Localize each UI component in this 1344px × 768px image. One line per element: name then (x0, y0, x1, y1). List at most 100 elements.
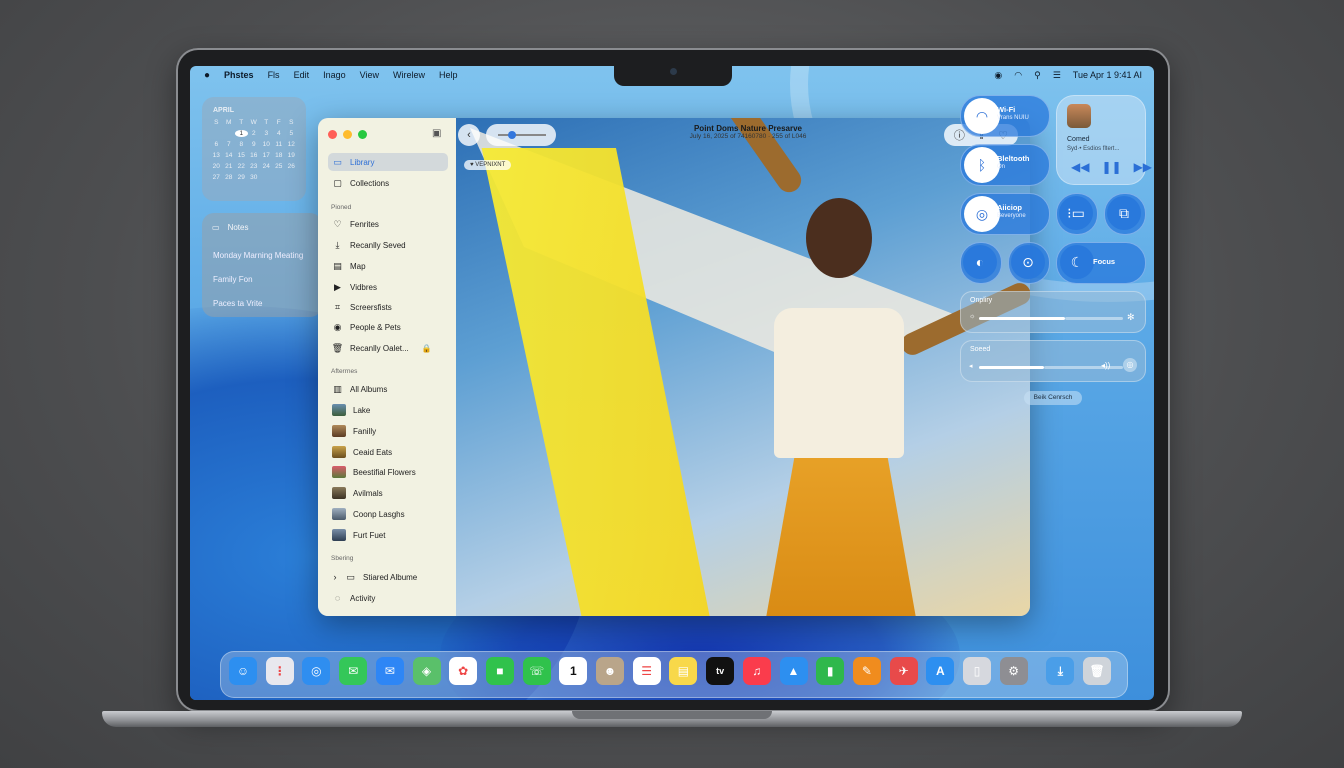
dock-system-settings-icon[interactable]: ⚙ (999, 657, 1028, 685)
sidebar-item-album[interactable]: Avilmals (328, 484, 448, 502)
focus-toggle[interactable]: ☾ Focus (1056, 242, 1146, 284)
sidebar-item-album[interactable]: Beestifial Flowers (328, 463, 448, 481)
stage-manager-toggle[interactable]: ⁝▭ (1056, 193, 1098, 235)
dock-contacts-icon[interactable]: ☻ (596, 657, 624, 685)
sidebar-item-screenshots[interactable]: ⌗ Screersfists (328, 298, 448, 316)
dock-facetime-icon[interactable]: ■ (485, 657, 514, 685)
calendar-widget[interactable]: APRIL S M T W T F S 1 2 3 4 5 6 7 8 9 10 11 12 13 14 15 16 17 18… (202, 97, 306, 201)
notes-widget[interactable]: ▭ Notes Monday Marning Meating Family Fo… (202, 213, 322, 317)
calendar-day[interactable]: 18 (273, 152, 286, 159)
chevron-right-icon[interactable]: › (332, 572, 338, 583)
menu-clock[interactable]: Tue Apr 1 9:41 AI (1073, 70, 1142, 80)
calendar-day[interactable]: 7 (223, 141, 236, 148)
sidebar-item-all-albums[interactable]: ▥ All Albums (328, 380, 448, 398)
screen-record-icon[interactable]: ◉ (994, 70, 1002, 81)
sidebar-item-shared-albums[interactable]: › ▭ Stiared Albume (328, 568, 448, 586)
screen-mirroring-toggle[interactable]: ⧉ (1104, 193, 1146, 235)
info-icon[interactable]: ⓘ (954, 127, 965, 143)
wifi-icon[interactable]: ◠ (1014, 70, 1022, 81)
calendar-day[interactable]: 10 (260, 141, 273, 148)
calendar-day[interactable]: 17 (260, 152, 273, 159)
calendar-day[interactable] (210, 130, 223, 137)
sidebar-item-videos[interactable]: ▶ Vidbres (328, 278, 448, 296)
menu-view[interactable]: View (360, 70, 379, 80)
sidebar-item-album[interactable]: Furt Fuet (328, 526, 448, 544)
calendar-day[interactable]: 20 (210, 163, 223, 170)
dock-messages-icon[interactable]: ✉ (339, 657, 368, 685)
note-item[interactable]: Family Fon (213, 275, 253, 284)
calendar-day[interactable]: 27 (210, 174, 223, 181)
calendar-day[interactable] (285, 174, 298, 181)
menu-file[interactable]: Fls (268, 70, 280, 80)
calendar-day[interactable]: 6 (210, 141, 223, 148)
note-item[interactable]: Monday Marning Meating (213, 251, 303, 260)
back-button[interactable]: ‹ (458, 124, 480, 146)
menu-image[interactable]: Inago (323, 70, 346, 80)
dock-keynote-icon[interactable]: ▲ (779, 657, 808, 685)
dock-app-store-icon[interactable]: A (926, 657, 955, 685)
camera-toggle[interactable]: ⊙ (1008, 242, 1050, 284)
calendar-day[interactable]: 4 (273, 130, 286, 137)
calendar-day[interactable]: 11 (273, 141, 286, 148)
note-item[interactable]: Paces ta Vrite (213, 299, 263, 308)
calendar-day[interactable]: 3 (260, 130, 273, 137)
dock-mail-icon[interactable]: ✉ (375, 657, 404, 685)
calendar-day[interactable]: 24 (260, 163, 273, 170)
menu-app-name[interactable]: Phstes (224, 70, 254, 80)
dock-launchpad-icon[interactable]: ⋮ (265, 657, 294, 685)
dock-phone-icon[interactable]: ☏ (522, 657, 551, 685)
menu-window[interactable]: Wirelew (393, 70, 425, 80)
search-icon[interactable]: ⚲ (1034, 70, 1041, 81)
dock-calendar-icon[interactable]: 1 (559, 657, 588, 685)
dark-mode-toggle[interactable]: ◐ (960, 242, 1002, 284)
dock-iphone-mirroring-icon[interactable]: ▯ (963, 657, 991, 685)
calendar-day[interactable]: 14 (223, 152, 236, 159)
calendar-day[interactable]: 2 (248, 130, 261, 137)
sidebar-item-album[interactable]: Lake (328, 401, 448, 419)
sidebar-item-library[interactable]: ▭ Library (328, 153, 448, 171)
calendar-day[interactable]: 5 (285, 130, 298, 137)
calendar-day[interactable]: 25 (273, 163, 286, 170)
calendar-day[interactable]: 26 (285, 163, 298, 170)
calendar-day[interactable] (260, 174, 273, 181)
zoom-button[interactable] (358, 130, 367, 139)
dock-photos-icon[interactable]: ✿ (449, 657, 478, 685)
dock-music-icon[interactable]: ♫ (742, 657, 771, 685)
calendar-day[interactable]: 16 (248, 152, 261, 159)
apple-icon[interactable]: ● (204, 70, 210, 81)
dock-reminders-icon[interactable]: ☰ (632, 657, 661, 685)
calendar-day[interactable]: 1 (235, 130, 248, 137)
calendar-day[interactable]: 28 (223, 174, 236, 181)
dock-testflight-icon[interactable]: ✈ (889, 657, 918, 685)
sound-slider-fill[interactable] (979, 366, 1044, 369)
dock-pages-icon[interactable]: ✎ (852, 657, 881, 685)
dock-downloads-icon[interactable]: ⤓ (1046, 657, 1075, 685)
calendar-day[interactable] (273, 174, 286, 181)
sidebar-item-collections[interactable]: ▢ Collections (328, 174, 448, 192)
dock-notes-icon[interactable]: ▤ (669, 657, 698, 685)
sidebar-item-recently-saved[interactable]: ⤓ Recanlly Seved (328, 236, 448, 254)
calendar-day[interactable]: 21 (223, 163, 236, 170)
sidebar-item-recently-deleted[interactable]: 🗑 Recanlly Oalet... 🔒 (328, 339, 448, 357)
sound-slider-track[interactable] (1043, 366, 1123, 369)
menu-help[interactable]: Help (439, 70, 458, 80)
sidebar-item-map[interactable]: ▤ Map (328, 257, 448, 275)
airplay-audio-icon[interactable]: ◎ (1123, 358, 1137, 372)
dock-maps-icon[interactable]: ◈ (412, 657, 441, 685)
sidebar-item-activity[interactable]: ◌ Activity (328, 589, 448, 607)
calendar-day[interactable]: 8 (235, 141, 248, 148)
wifi-toggle[interactable]: ◠ Wi-Fi Vrans NUIU (960, 95, 1050, 137)
sidebar-toggle-icon[interactable]: ▣ (432, 128, 441, 139)
calendar-day[interactable]: 22 (235, 163, 248, 170)
calendar-day[interactable]: 19 (285, 152, 298, 159)
edit-controls-button[interactable]: Beik Cenrsch (1024, 391, 1082, 405)
calendar-day[interactable]: 15 (235, 152, 248, 159)
now-playing-widget[interactable]: Comed Syd·• Esdios fltert... ◀◀ ❚❚ ▶▶ (1056, 95, 1152, 185)
photo-viewer[interactable] (456, 118, 1030, 616)
control-center-icon[interactable]: ☰ (1053, 70, 1061, 81)
calendar-day[interactable] (223, 130, 236, 137)
zoom-slider-knob[interactable] (508, 131, 517, 139)
menu-edit[interactable]: Edit (294, 70, 310, 80)
dock-trash-icon[interactable]: 🗑 (1083, 657, 1112, 685)
zoom-slider[interactable] (486, 124, 556, 146)
